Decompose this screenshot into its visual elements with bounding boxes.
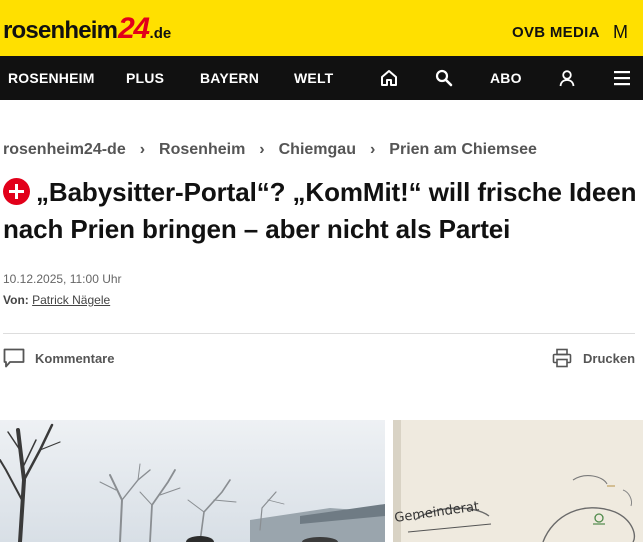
byline-label: Von: — [3, 293, 29, 307]
print-label: Drucken — [583, 350, 636, 366]
nav-item-welt[interactable]: WELT — [294, 56, 333, 100]
chevron-right-icon: › — [139, 141, 146, 158]
breadcrumb-item-chiemgau[interactable]: Chiemgau — [279, 141, 356, 159]
article-image-sketch[interactable]: Gemeinderat — [393, 420, 643, 542]
article-image-trees[interactable] — [0, 420, 385, 542]
author-link[interactable]: Patrick Nägele — [32, 293, 110, 307]
breadcrumb-item-home[interactable]: rosenheim24-de — [3, 141, 126, 159]
logo-number: 24 — [118, 12, 150, 45]
partner-mark[interactable]: M — [613, 22, 628, 43]
article-byline: Von: Patrick Nägele — [3, 293, 110, 307]
home-icon[interactable] — [379, 68, 399, 88]
site-logo[interactable]: rosenheim 24 .de — [3, 14, 171, 48]
comments-button[interactable]: Kommentare — [3, 346, 114, 370]
main-navigation: ROSENHEIM PLUS BAYERN WELT ABO — [0, 56, 643, 100]
logo-text: rosenheim — [3, 17, 118, 44]
breadcrumb-item-rosenheim[interactable]: Rosenheim — [159, 141, 245, 159]
comment-icon — [3, 348, 25, 368]
search-icon[interactable] — [434, 68, 454, 88]
article-headline: „Babysitter-Portal“? „KomMit!“ will fris… — [3, 174, 643, 248]
nav-item-bayern[interactable]: BAYERN — [200, 56, 259, 100]
partner-logo[interactable]: OVB MEDIA — [512, 24, 600, 41]
printer-icon — [552, 348, 572, 368]
divider — [3, 333, 635, 334]
nav-item-rosenheim[interactable]: ROSENHEIM — [8, 56, 95, 100]
user-icon[interactable] — [557, 68, 577, 88]
headline-text: „Babysitter-Portal“? „KomMit!“ will fris… — [3, 177, 637, 244]
nav-item-abo[interactable]: ABO — [490, 56, 522, 100]
logo-tld: .de — [149, 25, 172, 42]
nav-item-plus[interactable]: PLUS — [126, 56, 164, 100]
comments-label: Kommentare — [35, 350, 115, 366]
breadcrumb: rosenheim24-de › Rosenheim › Chiemgau › … — [3, 140, 537, 160]
brand-header: rosenheim 24 .de OVB MEDIA M — [0, 0, 643, 56]
chevron-right-icon: › — [369, 141, 376, 158]
chevron-right-icon: › — [259, 141, 265, 158]
breadcrumb-item-prien[interactable]: Prien am Chiemsee — [389, 141, 537, 159]
plus-icon — [3, 178, 30, 205]
menu-icon[interactable] — [612, 68, 632, 88]
article-date: 10.12.2025, 11:00 Uhr — [3, 272, 122, 286]
print-button[interactable]: Drucken — [552, 346, 635, 370]
